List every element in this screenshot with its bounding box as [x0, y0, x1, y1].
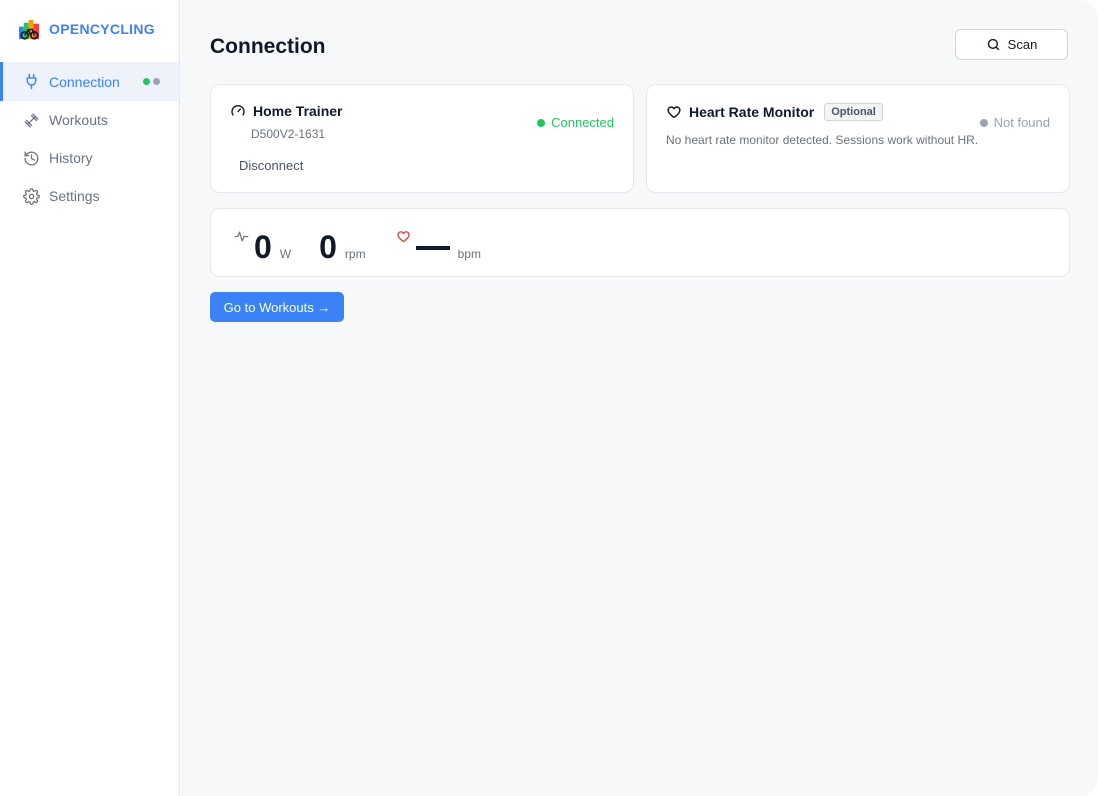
sidebar-item-connection[interactable]: Connection [0, 62, 179, 101]
go-to-workouts-button[interactable]: Go to Workouts → [210, 292, 344, 322]
heart-rate-icon [396, 229, 411, 244]
app-logo-icon [18, 19, 40, 40]
hr-monitor-status: Not found [979, 115, 1050, 130]
trainer-device-name: D500V2-1631 [251, 127, 326, 141]
trainer-status-dot [143, 78, 150, 85]
trainer-card-header: Home Trainer [230, 103, 342, 119]
sidebar-item-label: Settings [49, 188, 100, 204]
optional-badge: Optional [824, 103, 883, 121]
search-icon [987, 38, 999, 51]
dumbbell-icon [22, 111, 40, 129]
main-content: Connection Scan Home Trainer D500V2-1631… [180, 0, 1098, 796]
heart-icon [666, 104, 682, 120]
status-dot [537, 118, 546, 127]
sidebar: OPENCYCLING Connection Workouts History … [0, 0, 180, 796]
sidebar-item-label: History [49, 150, 93, 166]
gear-icon [22, 187, 40, 205]
plug-icon [22, 73, 40, 91]
hr-monitor-title: Heart Rate Monitor [689, 104, 815, 120]
metrics-row: 0 W 0 rpm — bpm [234, 227, 481, 263]
hr-monitor-card: Heart Rate Monitor Optional Not found No… [646, 84, 1070, 193]
hr-card-header: Heart Rate Monitor Optional [666, 103, 883, 121]
activity-icon [234, 229, 249, 244]
hr-status-label: Not found [993, 115, 1050, 130]
cadence-unit: rpm [344, 247, 366, 261]
sidebar-item-workouts[interactable]: Workouts [0, 101, 179, 139]
sidebar-nav: Connection Workouts History Settings [0, 62, 179, 215]
cadence-value: 0 [319, 229, 337, 265]
live-metrics-card: 0 W 0 rpm — bpm [210, 208, 1070, 277]
trainer-card: Home Trainer D500V2-1631 Connected Disco… [210, 84, 634, 193]
trainer-title: Home Trainer [253, 103, 343, 119]
brand[interactable]: OPENCYCLING [18, 17, 155, 41]
sidebar-item-label: Workouts [49, 112, 108, 128]
sidebar-item-settings[interactable]: Settings [0, 177, 179, 215]
trainer-status: Connected [537, 115, 614, 130]
page-title: Connection [210, 35, 326, 58]
app-window: OPENCYCLING Connection Workouts History … [0, 0, 1098, 796]
sidebar-item-history[interactable]: History [0, 139, 179, 177]
trainer-status-label: Connected [551, 115, 614, 130]
gauge-icon [230, 103, 246, 119]
heart-rate-unit: bpm [457, 247, 481, 261]
hr-status-dot [153, 78, 160, 85]
status-dot [979, 118, 988, 127]
connection-status-dots [143, 78, 160, 85]
scan-button[interactable]: Scan [955, 29, 1068, 60]
power-unit: W [279, 247, 292, 261]
power-value: 0 [254, 229, 272, 265]
app-name: OPENCYCLING [49, 21, 155, 37]
sidebar-item-label: Connection [49, 73, 120, 90]
hr-monitor-description: No heart rate monitor detected. Sessions… [666, 133, 979, 147]
disconnect-button[interactable]: Disconnect [239, 158, 303, 173]
heart-rate-value: — [415, 246, 450, 250]
history-icon [22, 149, 40, 167]
scan-button-label: Scan [1007, 37, 1038, 52]
